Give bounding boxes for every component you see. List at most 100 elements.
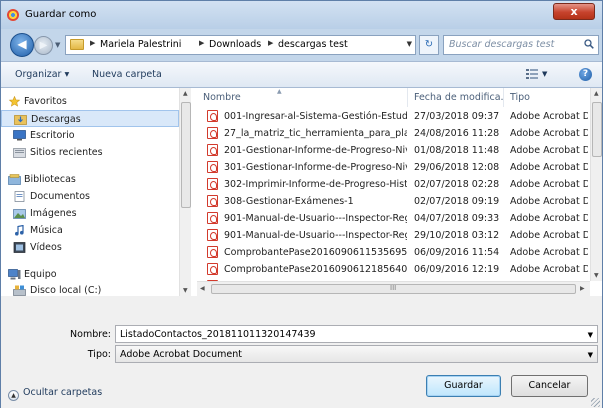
sidebar-item-videos[interactable]: Vídeos — [1, 239, 179, 256]
file-type: Adobe Acrobat D... — [510, 179, 588, 190]
sidebar-item-escritorio[interactable]: Escritorio — [1, 127, 179, 144]
file-row[interactable]: 308-Gestionar-Exámenes-1 02/07/2018 09:1… — [197, 193, 590, 210]
resize-grip[interactable] — [591, 398, 600, 407]
file-name: 301-Gestionar-Informe-de-Progreso-Niv... — [224, 162, 407, 173]
close-button[interactable]: x — [553, 3, 595, 20]
sidebar-item-label: Equipo — [24, 269, 57, 280]
breadcrumb-current-folder[interactable]: descargas test — [278, 39, 348, 50]
scroll-right-icon[interactable]: ▶ — [580, 285, 585, 292]
help-icon[interactable]: ? — [579, 68, 592, 81]
file-list-scrollbar[interactable]: ▲ ▼ — [590, 88, 602, 281]
pane-splitter[interactable] — [191, 88, 194, 296]
scroll-down-icon[interactable]: ▼ — [594, 272, 599, 279]
scroll-up-icon[interactable]: ▲ — [594, 90, 599, 97]
new-folder-button[interactable]: Nueva carpeta — [92, 69, 162, 80]
column-header-type[interactable]: Tipo — [504, 88, 590, 107]
filename-field[interactable]: ListadoContactos_201811011320147439 ▼ — [115, 325, 598, 343]
window-title: Guardar como — [25, 9, 97, 20]
column-header-label: Nombre — [203, 92, 241, 103]
filetype-label: Tipo: — [87, 349, 111, 360]
file-row[interactable]: 901-Manual-de-Usuario---Inspector-Regi..… — [197, 227, 590, 244]
address-dropdown-icon[interactable]: ▼ — [407, 40, 412, 48]
hide-folders-label: Ocultar carpetas — [23, 387, 103, 398]
filetype-select[interactable]: Adobe Acrobat Document ▼ — [115, 345, 598, 363]
sort-ascending-icon: ▲ — [277, 88, 282, 95]
title-bar[interactable]: Guardar como x — [1, 1, 602, 29]
recent-pages-dropdown[interactable]: ▼ — [55, 41, 63, 49]
column-header-label: Fecha de modifica... — [414, 92, 504, 103]
hide-folders-toggle[interactable]: ▲ Ocultar carpetas — [8, 387, 102, 401]
star-icon — [8, 96, 21, 107]
address-bar[interactable]: ▶ Mariela Palestrini ▶ Downloads ▶ desca… — [65, 35, 416, 55]
drive-icon — [13, 285, 26, 296]
chevron-down-icon[interactable]: ▼ — [588, 331, 593, 339]
recent-places-icon — [13, 148, 26, 158]
scroll-up-icon[interactable]: ▲ — [183, 90, 188, 97]
sidebar-item-musica[interactable]: Música — [1, 222, 179, 239]
file-date: 02/07/2018 02:28 ... — [414, 179, 502, 190]
file-name: ComprobantePase2016090612185640​62 — [224, 264, 407, 275]
column-header-name[interactable]: Nombre ▲ — [197, 88, 408, 107]
libraries-icon — [8, 174, 21, 185]
file-name: 901-Manual-de-Usuario---Inspector-Regi..… — [224, 213, 407, 224]
sidebar-item-equipo[interactable]: Equipo — [1, 266, 179, 283]
pdf-file-icon — [207, 178, 218, 190]
file-row[interactable]: 201-Gestionar-Informe-de-Progreso-Niv...… — [197, 142, 590, 159]
toolbar: Organizar ▾ Nueva carpeta ▼ ? — [1, 61, 602, 88]
column-header-date[interactable]: Fecha de modifica... — [408, 88, 504, 107]
sidebar-item-label: Descargas — [31, 114, 81, 125]
scrollbar-thumb[interactable] — [592, 102, 602, 157]
breadcrumb-separator-icon[interactable]: ▶ — [90, 39, 95, 47]
file-row[interactable]: 901-Manual-de-Usuario---Inspector-Regi..… — [197, 210, 590, 227]
chevron-up-icon: ▲ — [8, 390, 19, 401]
file-row[interactable]: 27_la_matriz_tic_herramienta_para_planif… — [197, 125, 590, 142]
pdf-file-icon — [207, 110, 218, 122]
organize-button[interactable]: Organizar ▾ — [15, 69, 69, 80]
horizontal-scrollbar[interactable]: ◀ III ▶ — [197, 281, 590, 296]
file-row[interactable]: 301-Gestionar-Informe-de-Progreso-Niv...… — [197, 159, 590, 176]
sidebar-item-imagenes[interactable]: Imágenes — [1, 205, 179, 222]
scrollbar-thumb[interactable]: III — [211, 284, 576, 294]
music-icon — [15, 225, 24, 236]
breadcrumb-separator-icon[interactable]: ▶ — [268, 39, 273, 47]
scroll-left-icon[interactable]: ◀ — [200, 285, 205, 292]
file-date: 27/03/2018 09:37 a... — [414, 111, 502, 122]
forward-button[interactable]: ▶ — [34, 36, 53, 55]
file-row[interactable]: 302-Imprimir-Informe-de-Progreso-Hist...… — [197, 176, 590, 193]
cancel-button[interactable]: Cancelar — [511, 375, 588, 397]
sidebar-item-documentos[interactable]: Documentos — [1, 188, 179, 205]
save-button[interactable]: Guardar — [426, 375, 501, 397]
main-area: Favoritos Descargas Escritorio Sitios re… — [1, 88, 602, 296]
sidebar-item-label: Imágenes — [30, 208, 77, 219]
search-input[interactable]: Buscar descargas test — [443, 35, 599, 55]
sidebar-item-descargas[interactable]: Descargas — [1, 110, 179, 127]
file-row[interactable]: 001-Ingresar-al-Sistema-Gestión-Estudia.… — [197, 108, 590, 125]
refresh-button[interactable]: ↻ — [419, 35, 439, 55]
search-icon[interactable] — [584, 39, 594, 49]
folder-icon — [70, 39, 84, 50]
breadcrumb-downloads[interactable]: Downloads — [209, 39, 261, 50]
scroll-down-icon[interactable]: ▼ — [183, 287, 188, 294]
navigation-scrollbar[interactable]: ▲ ▼ — [179, 88, 191, 296]
file-name: ComprobantePase201609061153569531 — [224, 247, 407, 258]
sidebar-item-favoritos[interactable]: Favoritos — [1, 93, 179, 110]
view-options-icon[interactable] — [526, 69, 538, 80]
view-dropdown-icon[interactable]: ▼ — [542, 70, 547, 78]
sidebar-item-sitios-recientes[interactable]: Sitios recientes — [1, 144, 179, 161]
chevron-down-icon[interactable]: ▼ — [588, 351, 593, 359]
breadcrumb-separator-icon[interactable]: ▶ — [199, 39, 204, 47]
file-type: Adobe Acrobat D... — [510, 196, 588, 207]
pdf-file-icon — [207, 212, 218, 224]
back-button[interactable]: ◀ — [10, 33, 34, 57]
file-row[interactable]: ComprobantePase2016090612185640​62 06/09… — [197, 261, 590, 278]
save-as-dialog: Guardar como x ◀ ▶ ▼ ▶ Mariela Palestrin… — [0, 0, 603, 408]
file-row[interactable]: ComprobantePase201609061153569531 06/09/… — [197, 244, 590, 261]
breadcrumb-user[interactable]: Mariela Palestrini — [100, 39, 181, 50]
pdf-file-icon — [207, 127, 218, 139]
filename-label: Nombre: — [70, 329, 111, 340]
scrollbar-thumb[interactable] — [181, 102, 191, 208]
sidebar-item-bibliotecas[interactable]: Bibliotecas — [1, 171, 179, 188]
navigation-pane: Favoritos Descargas Escritorio Sitios re… — [1, 88, 191, 296]
file-date: 29/10/2018 03:12 ... — [414, 230, 502, 241]
pdf-file-icon — [207, 263, 218, 275]
